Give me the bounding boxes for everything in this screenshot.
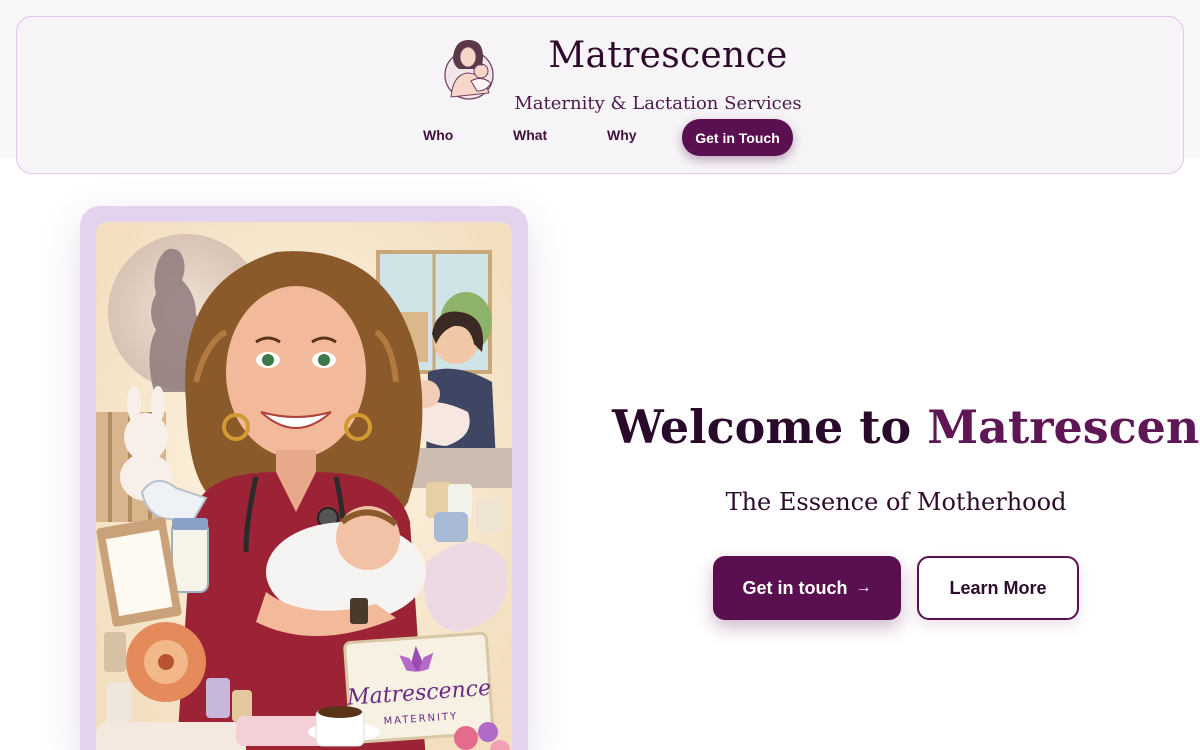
site-header: Matrescence Maternity & Lactation Servic… — [16, 16, 1184, 174]
get-in-touch-button[interactable]: Get in touch → — [713, 556, 901, 620]
hero-section: Welcome to Matrescence The Essence of Mo… — [612, 400, 1200, 640]
nav-link-who[interactable]: Who — [423, 127, 453, 143]
get-in-touch-label: Get in touch — [742, 577, 848, 598]
hero-title: Welcome to Matrescence — [612, 400, 1200, 454]
nav-get-in-touch-button[interactable]: Get in Touch — [682, 119, 793, 156]
nav-link-why[interactable]: Why — [607, 127, 637, 143]
hero-image-frame: Matrescence MATERNITY — [80, 206, 528, 750]
hero-title-prefix: Welcome to — [612, 400, 912, 454]
illustration-artwork: Matrescence MATERNITY — [96, 222, 512, 750]
arrow-right-icon: → — [855, 579, 872, 596]
hero-subtitle: The Essence of Motherhood — [725, 488, 1067, 516]
brand[interactable]: Matrescence Maternity & Lactation Servic… — [443, 35, 803, 114]
main-nav: Who What Why Get in Touch — [407, 119, 827, 156]
hero-illustration: Matrescence MATERNITY — [96, 222, 512, 750]
learn-more-button[interactable]: Learn More — [917, 556, 1079, 620]
hero-title-accent: Matrescence — [927, 400, 1200, 454]
nav-link-what[interactable]: What — [513, 127, 547, 143]
brand-title: Matrescence — [548, 35, 788, 76]
mother-baby-icon — [444, 39, 494, 100]
brand-subtitle: Maternity & Lactation Services — [514, 93, 802, 114]
